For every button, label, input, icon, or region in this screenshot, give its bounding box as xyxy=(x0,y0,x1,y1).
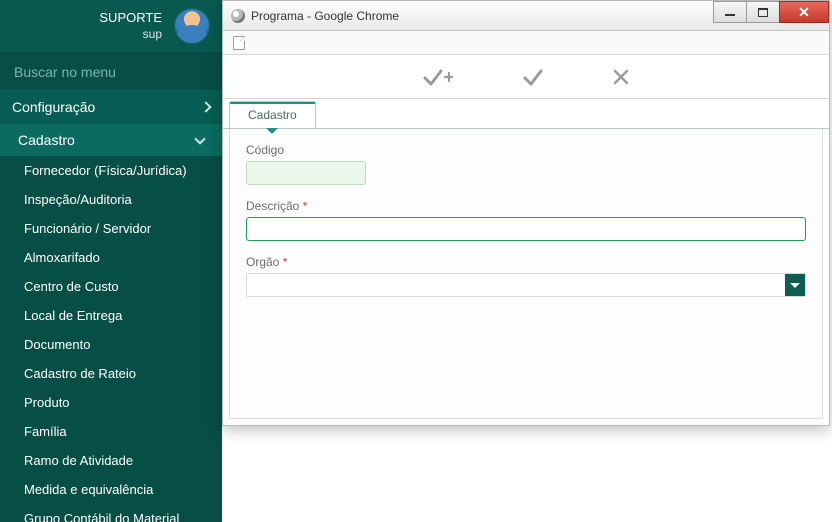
descricao-label: Descrição * xyxy=(246,199,806,213)
descricao-input[interactable] xyxy=(246,217,806,241)
dropdown-caret[interactable] xyxy=(785,274,805,296)
chevron-down-icon xyxy=(790,283,800,288)
menu-item-familia[interactable]: Família xyxy=(0,417,222,446)
check-icon xyxy=(523,67,543,87)
chevron-right-icon xyxy=(200,101,211,112)
menu-item-almoxarifado[interactable]: Almoxarifado xyxy=(0,243,222,272)
avatar[interactable] xyxy=(174,8,210,44)
menu-list: Fornecedor (Física/Jurídica) Inspeção/Au… xyxy=(0,156,222,522)
menu-item-medida-equivalencia[interactable]: Medida e equivalência xyxy=(0,475,222,504)
orgao-value xyxy=(247,274,785,296)
menu-item-fornecedor[interactable]: Fornecedor (Física/Jurídica) xyxy=(0,156,222,185)
chevron-down-icon xyxy=(194,133,205,144)
user-info: SUPORTE sup xyxy=(99,10,162,42)
menu-item-ramo-atividade[interactable]: Ramo de Atividade xyxy=(0,446,222,475)
minimize-icon xyxy=(725,14,735,16)
orgao-label: Orgão * xyxy=(246,255,806,269)
menu-search-wrap xyxy=(0,52,222,90)
field-descricao: Descrição * xyxy=(246,199,806,241)
window-close-button[interactable]: ✕ xyxy=(779,1,829,23)
menu-search-input[interactable] xyxy=(14,64,208,80)
menu-item-inspecao[interactable]: Inspeção/Auditoria xyxy=(0,185,222,214)
dialog-window: Programa - Google Chrome ✕ xyxy=(222,0,830,426)
tab-active-indicator-icon xyxy=(266,128,278,134)
role-label: SUPORTE xyxy=(99,10,162,27)
menu-item-funcionario[interactable]: Funcionário / Servidor xyxy=(0,214,222,243)
section-label: Configuração xyxy=(12,99,95,115)
menu-item-local-entrega[interactable]: Local de Entrega xyxy=(0,301,222,330)
save-button[interactable] xyxy=(523,67,543,87)
codigo-label: Código xyxy=(246,143,806,157)
window-maximize-button[interactable] xyxy=(746,1,780,23)
codigo-input[interactable] xyxy=(246,161,366,185)
required-marker: * xyxy=(303,199,308,213)
window-minimize-button[interactable] xyxy=(713,1,747,23)
menu-item-centro-custo[interactable]: Centro de Custo xyxy=(0,272,222,301)
page-icon xyxy=(233,36,245,50)
menu-item-grupo-contabil[interactable]: Grupo Contábil do Material xyxy=(0,504,222,522)
chrome-icon xyxy=(231,9,245,23)
required-marker: * xyxy=(283,255,288,269)
address-bar[interactable] xyxy=(223,31,829,55)
maximize-icon xyxy=(758,8,768,17)
tab-cadastro[interactable]: Cadastro xyxy=(229,101,316,128)
main-area: Programa - Google Chrome ✕ xyxy=(222,0,832,522)
subgroup-label: Cadastro xyxy=(18,132,75,148)
sidebar-header: SUPORTE sup xyxy=(0,0,222,52)
form-area: Código Descrição * Orgão * xyxy=(229,129,823,419)
descricao-label-text: Descrição xyxy=(246,199,299,213)
form-toolbar xyxy=(223,55,829,99)
tabstrip: Cadastro xyxy=(223,99,829,129)
tab-label: Cadastro xyxy=(248,108,297,122)
titlebar[interactable]: Programa - Google Chrome ✕ xyxy=(223,1,829,31)
close-icon: ✕ xyxy=(798,4,810,21)
save-and-new-button[interactable] xyxy=(423,67,453,87)
subgroup-cadastro[interactable]: Cadastro xyxy=(0,124,222,156)
menu-item-produto[interactable]: Produto xyxy=(0,388,222,417)
menu-item-documento[interactable]: Documento xyxy=(0,330,222,359)
field-codigo: Código xyxy=(246,143,806,185)
menu-item-cadastro-rateio[interactable]: Cadastro de Rateio xyxy=(0,359,222,388)
orgao-label-text: Orgão xyxy=(246,255,279,269)
field-orgao: Orgão * xyxy=(246,255,806,297)
username-label: sup xyxy=(99,27,162,43)
check-plus-icon xyxy=(423,67,453,87)
cancel-button[interactable] xyxy=(613,69,629,85)
sidebar: SUPORTE sup Configuração Cadastro Fornec… xyxy=(0,0,222,522)
orgao-select[interactable] xyxy=(246,273,806,297)
section-configuracao[interactable]: Configuração xyxy=(0,90,222,124)
window-controls: ✕ xyxy=(714,1,829,30)
close-icon xyxy=(613,69,629,85)
window-title: Programa - Google Chrome xyxy=(251,9,399,23)
